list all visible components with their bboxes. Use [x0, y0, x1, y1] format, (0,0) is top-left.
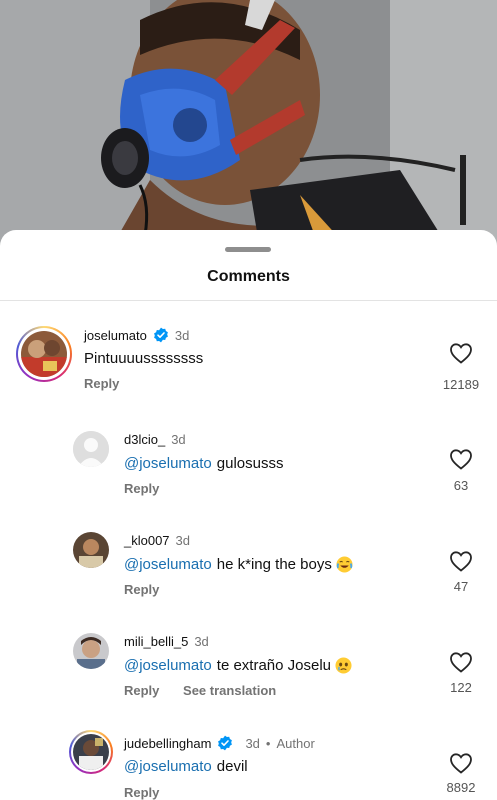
timestamp: 3d	[174, 327, 190, 343]
timestamp: 3d	[171, 432, 186, 447]
mention-link[interactable]: @joselumato	[124, 455, 212, 472]
reply-button[interactable]: Reply	[124, 582, 159, 597]
author-badge: Author	[276, 735, 315, 751]
dot-separator: •	[265, 735, 271, 751]
timestamp: 3d	[194, 634, 209, 649]
story-ring[interactable]	[69, 730, 113, 774]
heart-icon[interactable]	[449, 550, 473, 572]
heart-icon[interactable]	[449, 752, 473, 774]
reply-button[interactable]: Reply	[124, 785, 159, 800]
username[interactable]: mili_belli_5	[124, 634, 188, 649]
teary-face-emoji-icon	[335, 657, 352, 674]
avatar[interactable]	[73, 532, 109, 568]
heart-icon[interactable]	[449, 342, 473, 364]
reply-button[interactable]: Reply	[124, 683, 159, 698]
heart-icon[interactable]	[449, 448, 473, 470]
laughing-emoji-icon	[336, 556, 353, 573]
username[interactable]: d3lcio_	[124, 432, 165, 447]
verified-badge-icon	[218, 735, 233, 751]
avatar[interactable]	[73, 633, 109, 669]
reply-button[interactable]: Reply	[124, 481, 159, 496]
comment-text: gulosusss	[216, 455, 284, 472]
mention-link[interactable]: @joselumato	[124, 556, 212, 573]
heart-icon[interactable]	[449, 651, 473, 673]
verified-badge-icon	[153, 327, 168, 343]
like-count: 12189	[442, 377, 480, 392]
comment-text: te extraño Joselu	[216, 657, 332, 674]
timestamp: 3d	[245, 735, 260, 751]
username[interactable]: judebellingham	[124, 736, 211, 751]
comment-text: he k*ing the boys	[216, 556, 332, 573]
like-count: 8892	[446, 780, 476, 795]
story-ring[interactable]	[16, 326, 72, 382]
comment-text: devil	[216, 758, 248, 775]
sheet-title: Comments	[207, 268, 290, 285]
drag-handle[interactable]	[225, 247, 271, 252]
avatar[interactable]	[21, 331, 67, 377]
mention-link[interactable]: @joselumato	[124, 657, 212, 674]
like-count: 122	[450, 680, 472, 695]
mention-link[interactable]: @joselumato	[124, 758, 212, 775]
reply-button[interactable]: Reply	[84, 376, 119, 391]
comments-sheet: Comments joselumato 3d Pintuuuussssssss …	[0, 230, 497, 800]
avatar[interactable]	[73, 734, 109, 770]
avatar[interactable]	[73, 431, 109, 467]
username[interactable]: joselumato	[84, 328, 147, 343]
username[interactable]: _klo007	[124, 533, 170, 548]
like-count: 63	[453, 478, 469, 493]
divider	[0, 300, 497, 301]
see-translation-button[interactable]: See translation	[183, 683, 276, 698]
post-photo	[0, 0, 497, 250]
comment-text: Pintuuuussssssss	[84, 350, 204, 367]
timestamp: 3d	[175, 533, 191, 548]
like-count: 47	[453, 579, 469, 594]
